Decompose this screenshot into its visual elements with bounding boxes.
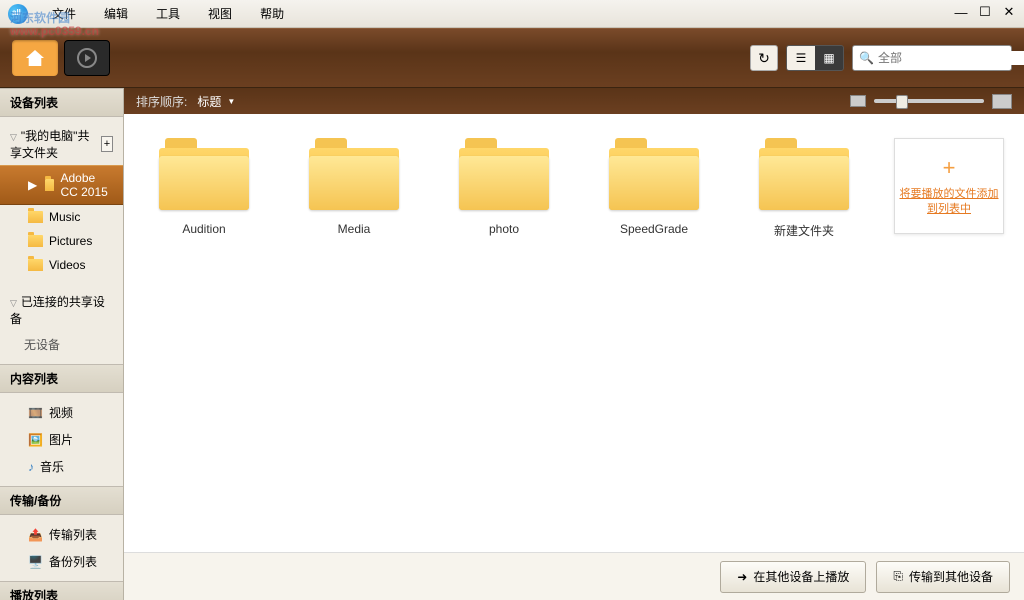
- menu-edit[interactable]: 编辑: [90, 1, 142, 26]
- home-button[interactable]: [12, 40, 58, 76]
- play-button[interactable]: [64, 40, 110, 76]
- menu-file[interactable]: 文件: [38, 1, 90, 26]
- content-item-video[interactable]: 🎞️视频: [0, 399, 123, 426]
- folder-icon: [28, 235, 43, 247]
- plus-icon: +: [943, 155, 956, 181]
- folder-media[interactable]: Media: [294, 138, 414, 236]
- refresh-button[interactable]: ↻: [750, 45, 778, 71]
- transfer-list-item[interactable]: 📤传输列表: [0, 521, 123, 548]
- folder-icon: [45, 179, 54, 191]
- device-list-header: 设备列表: [0, 88, 123, 117]
- minimize-button[interactable]: —: [952, 4, 970, 20]
- folder-icon: [759, 138, 849, 210]
- folder-icon: [459, 138, 549, 210]
- my-computer-group[interactable]: ▽"我的电脑"共享文件夹 +: [0, 123, 123, 165]
- search-box[interactable]: 🔍: [852, 45, 1012, 71]
- cast-icon: ➜: [737, 570, 747, 584]
- folder-photo[interactable]: photo: [444, 138, 564, 236]
- folder-icon: [28, 211, 43, 223]
- search-input[interactable]: [878, 51, 1024, 65]
- sidebar: 设备列表 ▽"我的电脑"共享文件夹 + ▶ Adobe CC 2015 Musi…: [0, 88, 124, 600]
- bottom-action-bar: ➜在其他设备上播放 ⎘传输到其他设备: [124, 552, 1024, 600]
- music-icon: ♪: [28, 460, 34, 474]
- folder-audition[interactable]: Audition: [144, 138, 264, 236]
- folder-new[interactable]: 新建文件夹: [744, 138, 864, 239]
- maximize-button[interactable]: ☐: [976, 4, 994, 20]
- menu-tools[interactable]: 工具: [142, 1, 194, 26]
- play-on-other-button[interactable]: ➜在其他设备上播放: [720, 561, 866, 593]
- folder-speedgrade[interactable]: SpeedGrade: [594, 138, 714, 236]
- backup-list-item[interactable]: 🖥️备份列表: [0, 548, 123, 575]
- sidebar-item-music[interactable]: Music: [0, 205, 123, 229]
- menu-bar: 文件 编辑 工具 视图 帮助 — ☐ ✕: [0, 0, 1024, 28]
- folder-icon: [309, 138, 399, 210]
- sidebar-item-adobe[interactable]: ▶ Adobe CC 2015: [0, 165, 123, 205]
- transfer-to-other-button[interactable]: ⎘传输到其他设备: [876, 561, 1010, 593]
- sort-dropdown[interactable]: 标题▼: [197, 93, 235, 110]
- content-item-music[interactable]: ♪音乐: [0, 453, 123, 480]
- menu-view[interactable]: 视图: [194, 1, 246, 26]
- connected-devices-group[interactable]: ▽已连接的共享设备: [0, 289, 123, 331]
- add-folder-button[interactable]: +: [101, 136, 113, 152]
- backup-icon: 🖥️: [28, 555, 43, 569]
- view-toggle: ☰ ▦: [786, 45, 844, 71]
- folder-icon: [159, 138, 249, 210]
- folder-icon: [609, 138, 699, 210]
- view-list-button[interactable]: ☰: [787, 46, 815, 70]
- add-files-tile[interactable]: + 将要播放的文件添加到列表中: [894, 138, 1004, 234]
- transfer-header: 传输/备份: [0, 486, 123, 515]
- toolbar: ↻ ☰ ▦ 🔍: [0, 28, 1024, 88]
- folder-icon: [28, 259, 43, 271]
- home-icon: [26, 50, 44, 66]
- thumb-large-icon: [992, 94, 1012, 109]
- thumb-small-icon: [850, 95, 866, 107]
- sort-label: 排序顺序:: [136, 93, 187, 110]
- sidebar-item-videos[interactable]: Videos: [0, 253, 123, 277]
- play-icon: [77, 48, 97, 68]
- content-item-image[interactable]: 🖼️图片: [0, 426, 123, 453]
- no-device-label: 无设备: [0, 331, 123, 358]
- view-grid-button[interactable]: ▦: [815, 46, 843, 70]
- chevron-down-icon: ▼: [227, 97, 235, 106]
- content-area: 排序顺序: 标题▼ Audition Media photo: [124, 88, 1024, 600]
- close-button[interactable]: ✕: [1000, 4, 1018, 20]
- copy-icon: ⎘: [893, 569, 903, 584]
- sort-bar: 排序顺序: 标题▼: [124, 88, 1024, 114]
- refresh-icon: ↻: [758, 50, 770, 67]
- app-logo-icon: [8, 4, 28, 24]
- video-icon: 🎞️: [28, 406, 43, 420]
- search-icon: 🔍: [859, 51, 874, 65]
- menu-help[interactable]: 帮助: [246, 1, 298, 26]
- folder-grid: Audition Media photo SpeedGrade 新建文件夹 + …: [124, 114, 1024, 600]
- transfer-icon: 📤: [28, 528, 43, 542]
- sidebar-item-pictures[interactable]: Pictures: [0, 229, 123, 253]
- playlist-header: 播放列表: [0, 581, 123, 600]
- image-icon: 🖼️: [28, 433, 43, 447]
- content-list-header: 内容列表: [0, 364, 123, 393]
- zoom-slider[interactable]: [874, 99, 984, 103]
